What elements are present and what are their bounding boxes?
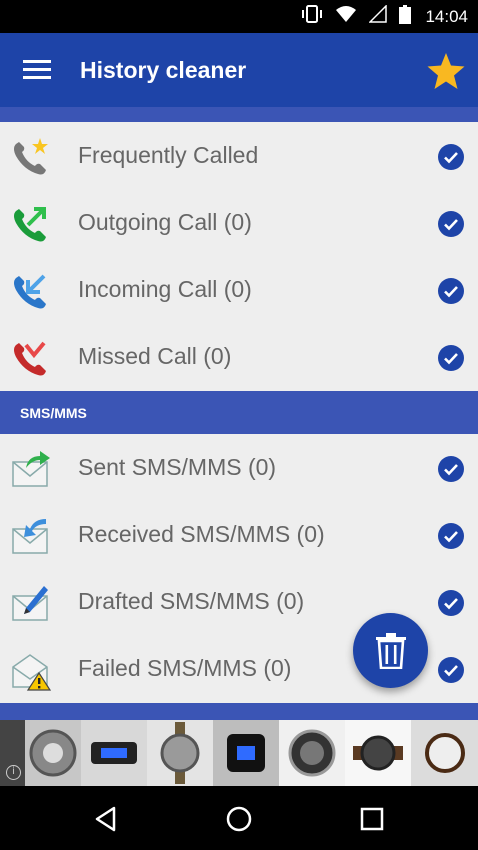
section-header-label: SMS/MMS [20,405,87,421]
sent-mail-icon [10,448,52,490]
incoming-call-icon [10,270,52,312]
checkbox-checked-icon[interactable] [438,523,464,549]
ad-image[interactable] [411,720,478,786]
navigation-bar [0,786,478,850]
phone-star-icon [10,136,52,178]
delete-button[interactable] [353,613,428,688]
trash-icon [376,633,406,669]
checkbox-checked-icon[interactable] [438,456,464,482]
ad-image[interactable] [25,720,81,786]
list-item-label: Failed SMS/MMS (0) [78,655,292,681]
section-divider [0,107,478,122]
checkbox-checked-icon[interactable] [438,590,464,616]
failed-mail-icon [10,649,52,691]
battery-icon [399,4,412,29]
section-header-sms: SMS/MMS [0,391,478,434]
calls-list: Frequently Called Outgoing Call (0) Inco… [0,122,478,391]
draft-mail-icon [10,582,52,624]
list-item-label: Received SMS/MMS (0) [78,521,325,547]
list-item-outgoing-call[interactable]: Outgoing Call (0) [0,189,478,256]
recents-icon[interactable] [357,804,387,834]
outgoing-call-icon [10,203,52,245]
wifi-icon [335,5,357,28]
list-item-label: Drafted SMS/MMS (0) [78,588,305,614]
section-divider [0,703,478,720]
app-bar: History cleaner [0,33,478,107]
signal-icon [368,4,388,28]
star-icon[interactable] [426,51,466,91]
received-mail-icon [10,515,52,557]
vibrate-icon [301,5,323,28]
ad-image[interactable] [279,720,345,786]
ad-banner[interactable]: i [0,720,478,786]
menu-icon[interactable] [23,60,51,80]
ad-image[interactable] [213,720,279,786]
list-item-label: Frequently Called [78,142,259,168]
ad-image[interactable] [147,720,213,786]
list-item-label: Missed Call (0) [78,343,232,369]
checkbox-checked-icon[interactable] [438,211,464,237]
checkbox-checked-icon[interactable] [438,144,464,170]
list-item-label: Sent SMS/MMS (0) [78,454,277,480]
checkbox-checked-icon[interactable] [438,657,464,683]
status-bar: 14:04 [0,0,478,33]
list-item-incoming-call[interactable]: Incoming Call (0) [0,256,478,323]
missed-call-icon [10,337,52,379]
checkbox-checked-icon[interactable] [438,278,464,304]
ad-image[interactable] [81,720,147,786]
back-icon[interactable] [92,804,122,834]
page-title: History cleaner [80,57,247,83]
home-icon[interactable] [224,804,254,834]
list-item-sent-sms[interactable]: Sent SMS/MMS (0) [0,434,478,501]
status-time: 14:04 [425,6,468,26]
list-item-received-sms[interactable]: Received SMS/MMS (0) [0,501,478,568]
ad-image[interactable] [345,720,411,786]
list-item-label: Incoming Call (0) [78,276,252,302]
checkbox-checked-icon[interactable] [438,345,464,371]
list-item-label: Outgoing Call (0) [78,209,252,235]
list-item-frequently-called[interactable]: Frequently Called [0,122,478,189]
ad-info-icon[interactable]: i [6,765,21,780]
list-item-missed-call[interactable]: Missed Call (0) [0,323,478,390]
